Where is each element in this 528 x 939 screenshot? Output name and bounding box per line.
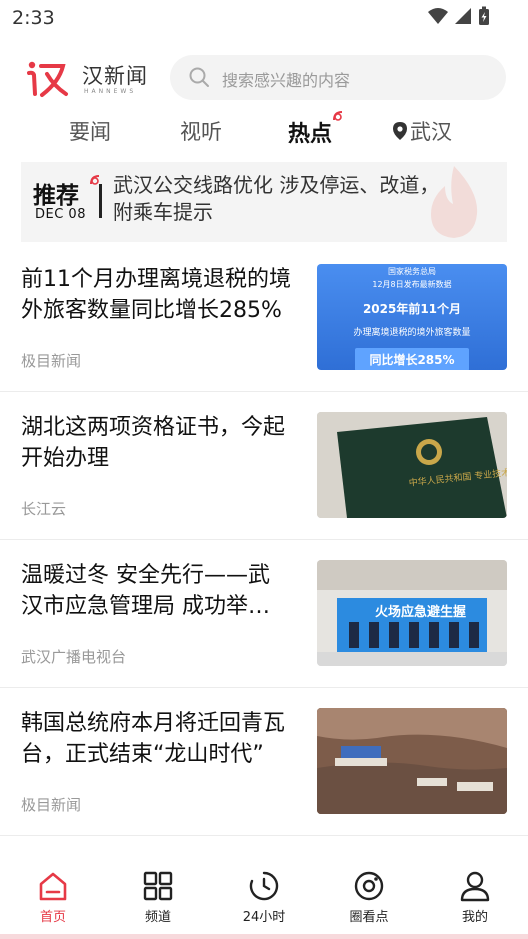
home-icon	[39, 872, 67, 901]
news-title: 韩国总统府本月将迁回青瓦台，正式结束“龙山时代”	[21, 711, 286, 767]
recommend-banner[interactable]: 推荐 DEC 08 武汉公交线路优化 涉及停运、改道，附乘车提示	[21, 162, 507, 242]
battery-icon	[479, 6, 489, 25]
news-item[interactable]: 前11个月办理离境退税的境外旅客数量同比增长285% 极目新闻 国家税务总局 1…	[0, 244, 528, 392]
logo-text: 汉新闻	[82, 64, 148, 88]
news-source: 武汉广播电视台	[21, 648, 127, 666]
nav-label: 首页	[39, 910, 66, 925]
news-source: 极目新闻	[21, 796, 82, 814]
header: 汉新闻 HANNEWS 搜索感兴趣的内容	[0, 44, 528, 108]
nav-channels[interactable]: 频道	[118, 870, 198, 925]
news-title: 温暖过冬 安全先行——武汉市应急管理局 成功举办活动	[21, 563, 270, 619]
status-bar: 2:33	[0, 0, 528, 36]
thumb-line: 2025年前11个月	[362, 302, 462, 316]
status-time: 2:33	[12, 7, 55, 29]
target-icon	[354, 871, 384, 901]
tab-wuhan-label: 武汉	[410, 120, 452, 144]
clock-icon	[249, 871, 279, 901]
tab-wuhan[interactable]: 武汉	[392, 116, 452, 146]
nav-label: 圈看点	[349, 910, 389, 925]
news-source: 长江云	[21, 500, 67, 518]
thumb-line: 办理离境退税的境外旅客数量	[353, 328, 471, 338]
hot-dot-icon	[333, 111, 343, 121]
logo-mark-icon	[27, 61, 68, 97]
wifi-icon	[428, 8, 448, 24]
tab-redian[interactable]: 热点	[288, 111, 343, 148]
logo-subtext: HANNEWS	[84, 88, 137, 95]
news-title: 前11个月办理离境退税的境外旅客数量同比增长285%	[21, 267, 291, 323]
news-source: 极目新闻	[21, 352, 82, 370]
news-title: 湖北这两项资格证书，今起开始办理	[21, 415, 286, 471]
signal-icon	[455, 8, 471, 24]
landscape-image	[317, 708, 507, 814]
tab-shiting[interactable]: 视听	[180, 116, 222, 146]
search-input[interactable]: 搜索感兴趣的内容	[170, 55, 506, 100]
bottom-indicator	[0, 934, 528, 939]
news-thumbnail: 国家税务总局 12月8日发布最新数据 2025年前11个月 办理离境退税的境外旅…	[317, 264, 507, 370]
banner-divider	[99, 184, 102, 218]
bottom-nav: 首页 频道 24小时 圈看点 我的	[0, 862, 528, 939]
thumb-text: 火场应急避生握	[375, 604, 466, 620]
thumb-line: 同比增长285%	[355, 348, 469, 370]
nav-24h[interactable]: 24小时	[224, 870, 304, 925]
tab-redian-label: 热点	[288, 122, 333, 147]
status-icons	[428, 6, 490, 26]
banner-tag: 推荐	[33, 183, 79, 209]
nav-quan[interactable]: 圈看点	[329, 870, 409, 925]
nav-label: 我的	[461, 910, 488, 925]
grid-icon	[143, 871, 173, 901]
news-item[interactable]: 湖北这两项资格证书，今起开始办理 长江云 中华人民共和国 专业技术人员 职业	[0, 392, 528, 540]
search-icon	[189, 67, 209, 87]
nav-home[interactable]: 首页	[13, 870, 93, 925]
news-item[interactable]: 韩国总统府本月将迁回青瓦台，正式结束“龙山时代” 极目新闻	[0, 688, 528, 836]
user-icon	[460, 871, 490, 902]
search-placeholder: 搜索感兴趣的内容	[222, 71, 351, 90]
banner-date: DEC 08	[35, 207, 86, 222]
news-item[interactable]: 温暖过冬 安全先行——武汉市应急管理局 成功举办活动 武汉广播电视台 火场应急避…	[0, 540, 528, 688]
tab-yaowen[interactable]: 要闻	[69, 116, 111, 146]
nav-label: 24小时	[242, 910, 286, 925]
app-logo: 汉新闻 HANNEWS	[26, 56, 156, 100]
banner-text: 武汉公交线路优化 涉及停运、改道，附乘车提示	[113, 173, 440, 224]
news-thumbnail	[317, 708, 507, 814]
top-tabs: 要闻 视听 热点 武汉	[0, 108, 528, 154]
location-pin-icon	[393, 122, 407, 140]
news-thumbnail: 火场应急避生握	[317, 560, 507, 666]
nav-mine[interactable]: 我的	[435, 870, 515, 925]
certificate-image: 中华人民共和国 专业技术人员 职业	[317, 412, 507, 518]
event-image: 火场应急避生握	[317, 560, 507, 666]
news-thumbnail: 中华人民共和国 专业技术人员 职业	[317, 412, 507, 518]
thumb-line: 12月8日发布最新数据	[372, 280, 452, 289]
nav-label: 频道	[144, 910, 171, 925]
thumb-line: 国家税务总局	[388, 267, 436, 276]
